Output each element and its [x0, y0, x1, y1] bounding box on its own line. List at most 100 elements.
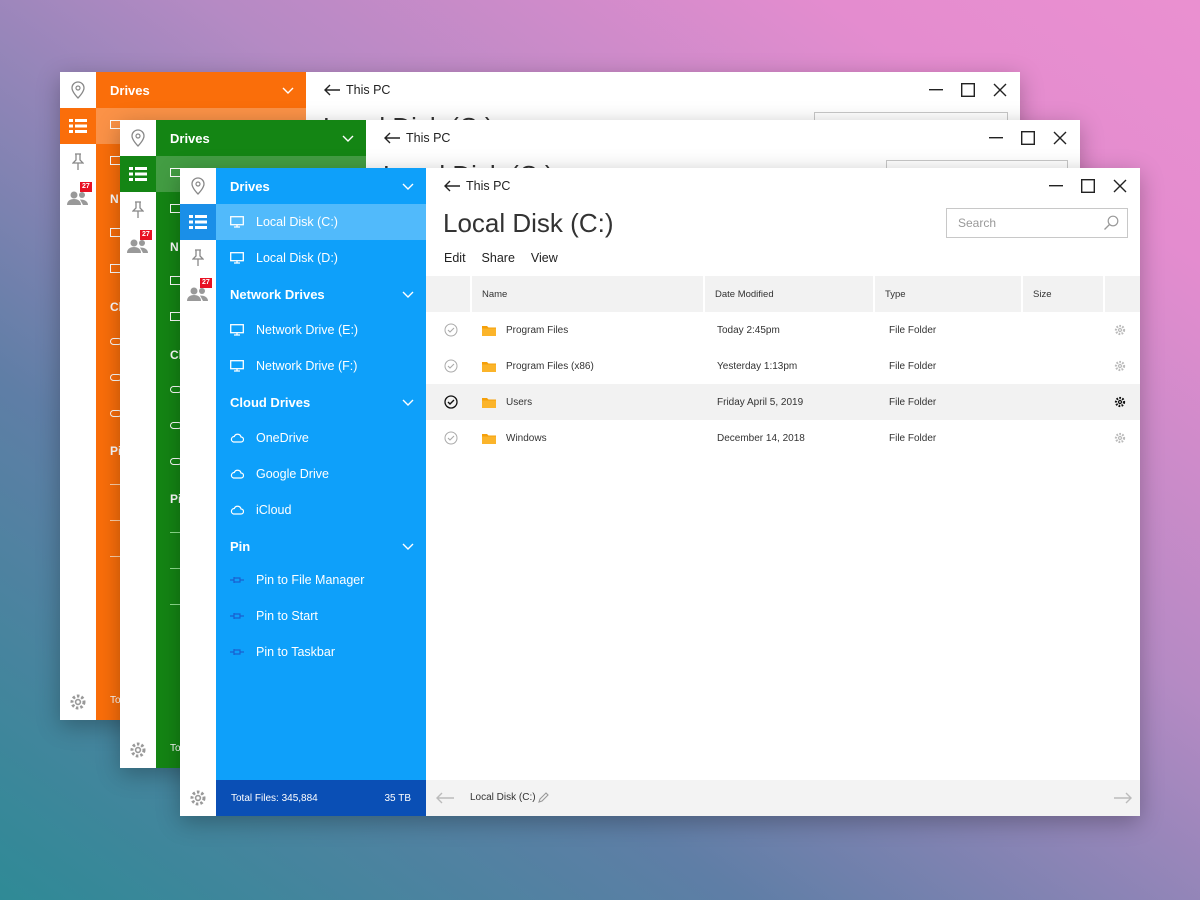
sidebar-item-pin-start[interactable]: Pin to Start	[216, 598, 426, 634]
list-icon[interactable]	[120, 156, 156, 192]
edit-path-icon[interactable]	[538, 791, 550, 806]
folder-icon	[482, 420, 496, 456]
sidebar-item-label: Pin to Taskbar	[256, 645, 335, 659]
close-icon[interactable]	[990, 80, 1010, 100]
minimize-icon[interactable]	[1046, 176, 1066, 196]
partial-label: To	[110, 695, 121, 706]
chevron-down-icon[interactable]	[402, 539, 414, 554]
row-name: Program Files (x86)	[506, 360, 594, 372]
sidebar-item-network-drive-f[interactable]: Network Drive (F:)	[216, 348, 426, 384]
table-row[interactable]: Program Files (x86) Yesterday 1:13pm Fil…	[426, 348, 1140, 384]
location-icon[interactable]	[60, 72, 96, 108]
sidebar-item-google-drive[interactable]: Google Drive	[216, 456, 426, 492]
sidebar-item-pin-file-manager[interactable]: Pin to File Manager	[216, 562, 426, 598]
monitor-icon	[230, 323, 244, 337]
location-icon[interactable]	[180, 168, 216, 204]
chevron-down-icon[interactable]	[402, 179, 414, 194]
maximize-icon[interactable]	[1078, 176, 1098, 196]
total-size: 35 TB	[384, 792, 412, 804]
minimize-icon[interactable]	[986, 128, 1006, 148]
table-header: Name Date Modified Type Size	[426, 276, 1140, 312]
sidebar-item-label: OneDrive	[256, 431, 309, 445]
maximize-icon[interactable]	[958, 80, 978, 100]
people-icon[interactable]: 27	[60, 180, 96, 216]
monitor-icon	[230, 251, 244, 265]
window-title: This PC	[346, 83, 391, 97]
row-checkbox-checked-icon[interactable]	[444, 384, 458, 420]
gear-icon[interactable]	[60, 684, 96, 720]
sidebar-footer: Total Files: 345,884 35 TB	[216, 780, 426, 816]
titlebar: This PC	[426, 168, 1140, 204]
people-icon[interactable]: 27	[180, 276, 216, 312]
cloud-icon	[230, 467, 244, 481]
list-icon[interactable]	[180, 204, 216, 240]
search-input[interactable]: Search	[946, 208, 1128, 238]
search-placeholder: Search	[958, 216, 997, 230]
table-row[interactable]: Program Files Today 2:45pm File Folder	[426, 312, 1140, 348]
gear-icon[interactable]	[1114, 312, 1126, 348]
folder-icon	[482, 348, 496, 384]
menu-share[interactable]: Share	[482, 251, 515, 265]
sidebar-item-network-drive-e[interactable]: Network Drive (E:)	[216, 312, 426, 348]
pin-icon	[230, 645, 244, 659]
gear-icon[interactable]	[120, 732, 156, 768]
menu-view[interactable]: View	[531, 251, 558, 265]
maximize-icon[interactable]	[1018, 128, 1038, 148]
titlebar: This PC	[366, 120, 1080, 156]
nav-rail: 27	[120, 120, 156, 768]
section-drives[interactable]: Drives	[216, 168, 426, 204]
close-icon[interactable]	[1110, 176, 1130, 196]
sidebar-item-label: Google Drive	[256, 467, 329, 481]
chevron-down-icon[interactable]	[402, 395, 414, 410]
column-header-type[interactable]: Type	[873, 276, 1021, 312]
close-icon[interactable]	[1050, 128, 1070, 148]
menu-edit[interactable]: Edit	[444, 251, 466, 265]
search-icon[interactable]	[1103, 215, 1119, 234]
sidebar-item-onedrive[interactable]: OneDrive	[216, 420, 426, 456]
section-drives[interactable]: Drives	[96, 72, 306, 108]
gear-icon[interactable]	[1114, 420, 1126, 456]
cloud-icon	[230, 431, 244, 445]
row-checkbox-icon[interactable]	[444, 420, 458, 456]
pin-icon[interactable]	[180, 240, 216, 276]
page-title: Local Disk (C:)	[443, 208, 614, 238]
gear-icon[interactable]	[180, 780, 216, 816]
partial-label: N	[170, 240, 179, 254]
row-date: Friday April 5, 2019	[717, 396, 804, 408]
nav-rail: 27	[180, 168, 216, 816]
sidebar-item-icloud[interactable]: iCloud	[216, 492, 426, 528]
sidebar-item-local-disk-d[interactable]: Local Disk (D:)	[216, 240, 426, 276]
list-icon[interactable]	[60, 108, 96, 144]
section-network-drives[interactable]: Network Drives	[216, 276, 426, 312]
partial-label: N	[110, 192, 119, 206]
sidebar-item-local-disk-c[interactable]: Local Disk (C:)	[216, 204, 426, 240]
forward-arrow-icon[interactable]	[1114, 792, 1132, 807]
total-files: Total Files: 345,884	[231, 792, 318, 804]
back-arrow-icon[interactable]	[324, 83, 340, 101]
gear-icon[interactable]	[1114, 348, 1126, 384]
pin-icon[interactable]	[60, 144, 96, 180]
gear-icon[interactable]	[1114, 384, 1126, 420]
pin-icon[interactable]	[120, 192, 156, 228]
minimize-icon[interactable]	[926, 80, 946, 100]
table-row[interactable]: Windows December 14, 2018 File Folder	[426, 420, 1140, 456]
back-arrow-icon[interactable]	[436, 792, 454, 807]
column-header-size[interactable]: Size	[1021, 276, 1103, 312]
row-type: File Folder	[889, 396, 937, 408]
table-row-selected[interactable]: Users Friday April 5, 2019 File Folder	[426, 384, 1140, 420]
row-checkbox-icon[interactable]	[444, 312, 458, 348]
people-icon[interactable]: 27	[120, 228, 156, 264]
sidebar-item-pin-taskbar[interactable]: Pin to Taskbar	[216, 634, 426, 670]
section-drives[interactable]: Drives	[156, 120, 366, 156]
column-header-date[interactable]: Date Modified	[703, 276, 873, 312]
back-arrow-icon[interactable]	[444, 179, 460, 197]
section-label: Pin	[230, 538, 251, 554]
back-arrow-icon[interactable]	[384, 131, 400, 149]
section-cloud-drives[interactable]: Cloud Drives	[216, 384, 426, 420]
column-header-name[interactable]: Name	[470, 276, 703, 312]
row-checkbox-icon[interactable]	[444, 348, 458, 384]
chevron-down-icon[interactable]	[402, 287, 414, 302]
section-pin[interactable]: Pin	[216, 528, 426, 564]
status-path: Local Disk (C:)	[470, 792, 536, 803]
location-icon[interactable]	[120, 120, 156, 156]
